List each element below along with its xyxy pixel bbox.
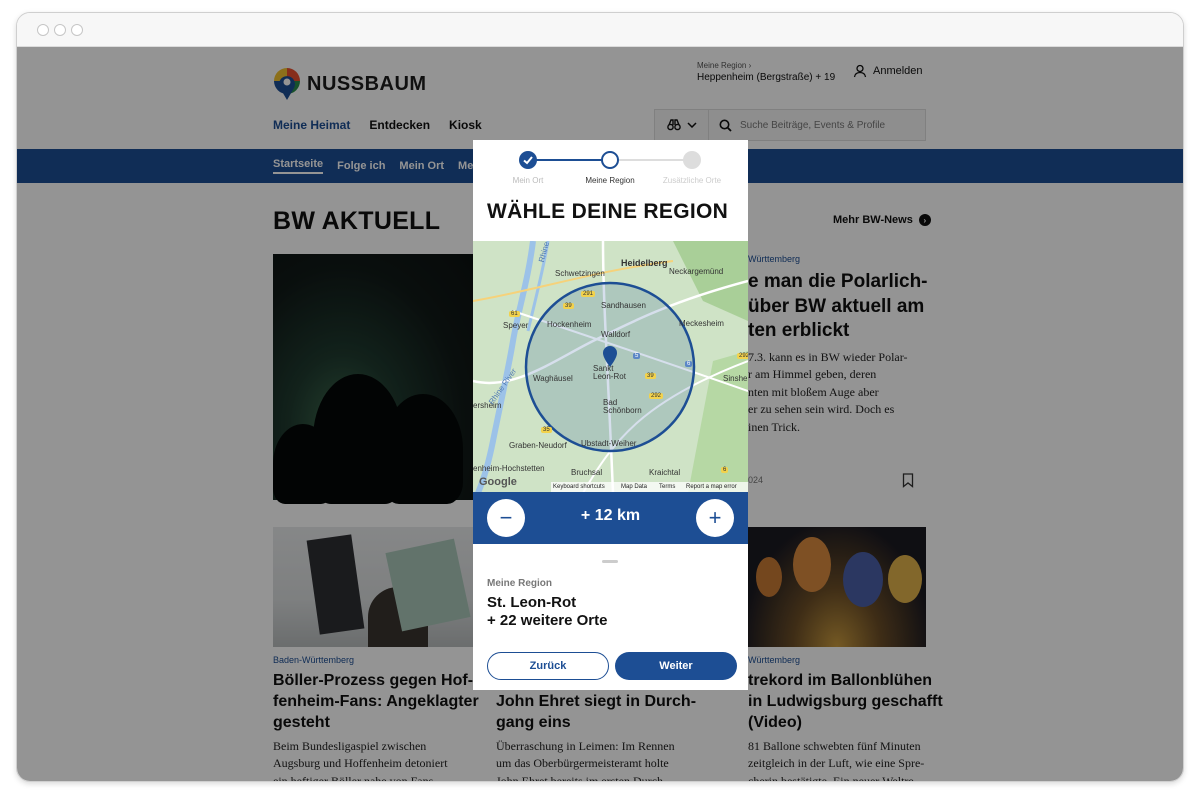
map-footer-link[interactable]: Keyboard shortcuts (553, 484, 605, 490)
map-label: Speyer (503, 321, 529, 330)
map-footer-link[interactable]: Terms (659, 484, 675, 490)
next-button[interactable]: Weiter (615, 652, 737, 680)
map-label: Bad Schönborn (603, 398, 642, 416)
map-label: Schwetzingen (555, 269, 605, 278)
step-pending-dot (683, 151, 701, 169)
back-button[interactable]: Zurück (487, 652, 609, 680)
region-map[interactable]: Heidelberg Schwetzingen Neckargemünd San… (473, 241, 748, 493)
road-shield: 61 (509, 311, 520, 317)
map-label: Meckesheim (679, 319, 724, 328)
map-footer-link[interactable]: Report a map error (686, 484, 737, 490)
road-shield: 6 (685, 361, 693, 367)
increase-radius-button[interactable]: + (696, 499, 734, 537)
browser-chrome (17, 13, 1183, 47)
road-shield: 292 (737, 353, 748, 359)
road-shield: 35 (541, 427, 552, 433)
step-done-check-icon (519, 151, 537, 169)
step-label: Mein Ort (512, 176, 544, 185)
map-label: Kraichtal (649, 468, 681, 477)
map-label: Walldorf (601, 330, 631, 339)
summary-label: Meine Region (487, 578, 553, 589)
step-current-dot (601, 151, 619, 169)
step-connector-pending (610, 159, 692, 161)
map-label: enheim-Hochstetten (473, 464, 545, 473)
summary-place: St. Leon-Rot (487, 594, 577, 611)
step-label: Zusätzliche Orte (662, 176, 722, 185)
map-label: ersheim (473, 401, 502, 410)
map-label: Hockenheim (547, 320, 592, 329)
map-label: Graben-Neudorf (509, 441, 567, 450)
map-label: Sandhausen (601, 301, 646, 310)
summary-region: St. Leon-Rot + 22 weitere Orte (487, 594, 607, 630)
map-label: Heidelberg (621, 258, 668, 268)
road-shield: 292 (649, 393, 664, 399)
map-label: Sinshei (723, 374, 748, 383)
map-label: Ubstadt-Weiher (581, 439, 637, 448)
window-minimize-dot[interactable] (54, 24, 66, 36)
step-connector-done (528, 159, 610, 161)
modal-title: WÄHLE DEINE REGION (487, 200, 729, 223)
window-zoom-dot[interactable] (71, 24, 83, 36)
map-footer-link[interactable]: Map Data (621, 484, 647, 490)
browser-window: NUSSBAUM Meine Region › Heppenheim (Berg… (16, 12, 1184, 782)
road-shield: 291 (581, 291, 596, 297)
map-label: Sankt Leon-Rot (593, 364, 626, 382)
road-shield: 6 (721, 467, 729, 473)
map-label: Bruchsal (571, 468, 603, 477)
page-viewport: NUSSBAUM Meine Region › Heppenheim (Berg… (17, 47, 1183, 781)
region-modal: Mein Ort Meine Region Zusätzliche Orte W… (473, 140, 748, 690)
region-summary-sheet: Meine Region St. Leon-Rot + 22 weitere O… (473, 544, 748, 690)
step-label-active: Meine Region (585, 176, 635, 185)
progress-stepper: Mein Ort Meine Region Zusätzliche Orte (473, 140, 748, 194)
google-logo: Google (479, 476, 517, 488)
road-shield: 39 (645, 373, 656, 379)
road-shield: 39 (563, 303, 574, 309)
road-shield: 5 (633, 353, 641, 359)
drag-handle[interactable] (602, 560, 618, 563)
radius-control: − + 12 km + (473, 492, 748, 544)
map-label: Neckargemünd (669, 267, 724, 276)
window-close-dot[interactable] (37, 24, 49, 36)
summary-more-places: + 22 weitere Orte (487, 612, 608, 629)
map-label: Waghäusel (533, 374, 573, 383)
